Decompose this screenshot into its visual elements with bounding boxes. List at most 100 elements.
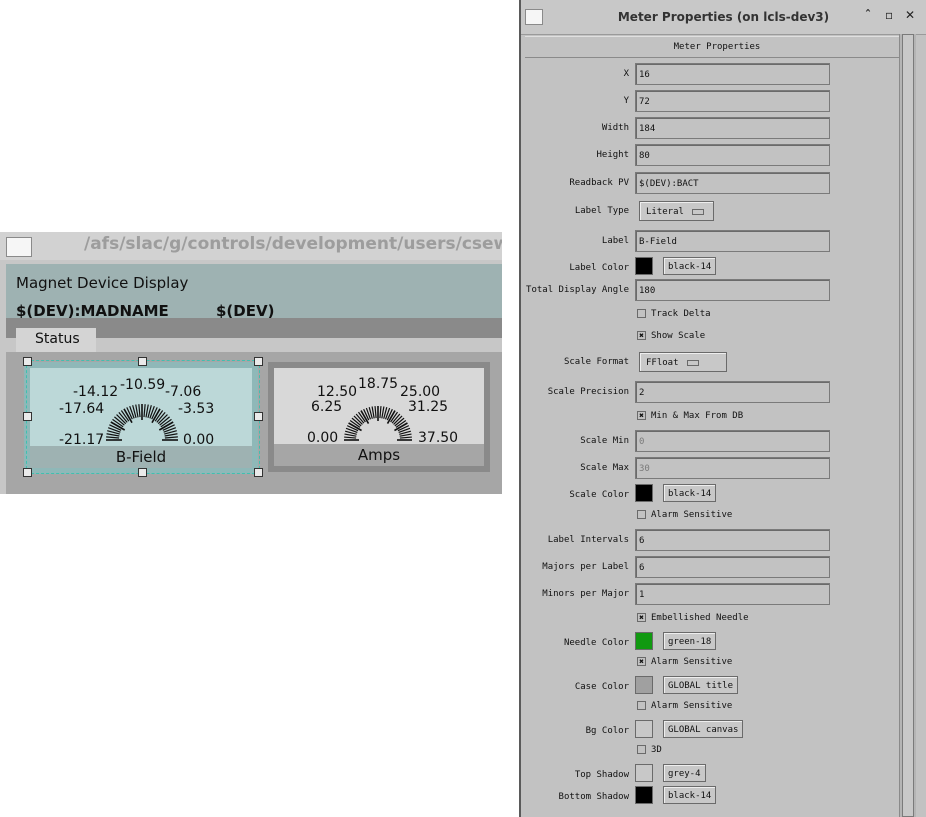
min-max-db-label: Min & Max From DB (651, 411, 744, 421)
scale-format-menu[interactable]: FFloat (639, 352, 727, 372)
x-field[interactable]: 16 (635, 63, 830, 85)
scale-max-field[interactable]: 30 (635, 457, 830, 479)
resize-handle[interactable] (23, 468, 32, 477)
label-field[interactable]: B-Field (635, 230, 830, 252)
scale-min-field[interactable]: 0 (635, 430, 830, 452)
display-title: /afs/slac/g/controls/development/users/c… (84, 234, 502, 254)
show-scale-toggle[interactable]: ✖ Show Scale (637, 331, 705, 341)
bg-color-swatch[interactable] (635, 720, 653, 738)
display-title-bar[interactable]: /afs/slac/g/controls/development/users/c… (0, 232, 502, 260)
resize-handle[interactable] (254, 468, 263, 477)
top-shadow-button[interactable]: grey-4 (663, 764, 706, 782)
label-color-button[interactable]: black-14 (663, 257, 717, 275)
resize-handle[interactable] (23, 357, 32, 366)
label-intervals-field[interactable]: 6 (635, 529, 830, 551)
scale-color-swatch[interactable] (635, 484, 653, 502)
meter-amps-label: Amps (274, 444, 484, 466)
scale-alarm-label: Alarm Sensitive (651, 510, 733, 520)
resize-handle[interactable] (138, 357, 147, 366)
majors-per-label-label: Majors per Label (542, 562, 629, 572)
scale-color-button[interactable]: black-14 (663, 484, 717, 502)
resize-handle[interactable] (254, 412, 263, 421)
meter-amps[interactable]: 0.00 6.25 12.50 18.75 25.00 31.25 37.50 … (268, 362, 490, 472)
dial-tick (344, 436, 357, 439)
readback-pv-label: Readback PV (569, 178, 629, 188)
label-color-label: Label Color (569, 263, 629, 273)
label-type-value: Literal (646, 207, 684, 217)
scrollbar-thumb[interactable] (902, 34, 914, 817)
scale-alarm-toggle[interactable]: Alarm Sensitive (637, 510, 732, 520)
scale-color-label: Scale Color (569, 490, 629, 500)
track-delta-toggle[interactable]: Track Delta (637, 309, 711, 319)
bg-color-button[interactable]: GLOBAL canvas (663, 720, 744, 738)
dial-tick (381, 406, 385, 419)
needle-alarm-toggle[interactable]: ✖ Alarm Sensitive (637, 657, 732, 667)
minors-per-major-field[interactable]: 1 (635, 583, 830, 605)
minimize-icon[interactable]: ˆ (865, 8, 871, 22)
section-header: Meter Properties (525, 36, 909, 58)
checkbox-checked-icon: ✖ (637, 331, 646, 340)
case-color-button[interactable]: GLOBAL title (663, 676, 739, 694)
embellished-needle-toggle[interactable]: ✖ Embellished Needle (637, 613, 749, 623)
needle-color-swatch[interactable] (635, 632, 653, 650)
height-label: Height (596, 150, 629, 160)
header-title: Magnet Device Display (16, 274, 189, 292)
case-color-swatch[interactable] (635, 676, 653, 694)
maximize-icon[interactable]: ▫ (885, 8, 893, 22)
y-field[interactable]: 72 (635, 90, 830, 112)
scale-min-label: Scale Min (580, 436, 629, 446)
resize-handle[interactable] (138, 468, 147, 477)
needle-color-label: Needle Color (563, 638, 629, 648)
properties-title-bar[interactable]: Meter Properties (on lcls-dev3) ˆ ▫ ✕ (521, 0, 926, 35)
needle-color-button[interactable]: green-18 (663, 632, 717, 650)
option-menu-indicator-icon (691, 208, 704, 215)
vertical-scrollbar[interactable] (899, 34, 916, 817)
total-angle-field[interactable]: 180 (635, 279, 830, 301)
label-label: Label (601, 236, 629, 246)
checkbox-checked-icon: ✖ (637, 657, 646, 666)
label-type-menu[interactable]: Literal (639, 201, 714, 221)
checkbox-icon (637, 510, 646, 519)
scale-precision-field[interactable]: 2 (635, 381, 830, 403)
top-shadow-swatch[interactable] (635, 764, 653, 782)
tab-status[interactable]: Status (16, 328, 96, 352)
tab-status-label: Status (35, 331, 80, 347)
amps-scale-label: 12.50 (317, 384, 358, 400)
dial-tick (399, 433, 412, 437)
dial-tick (344, 433, 357, 437)
amps-scale-label: 18.75 (358, 376, 399, 392)
x-label: X (623, 69, 629, 79)
readback-pv-field[interactable]: $(DEV):BACT (635, 172, 830, 194)
checkbox-checked-icon: ✖ (637, 613, 646, 622)
checkbox-icon (637, 701, 646, 710)
bottom-shadow-swatch[interactable] (635, 786, 653, 804)
window-menu-button[interactable] (6, 237, 32, 257)
scale-format-value: FFloat (646, 358, 679, 368)
track-delta-label: Track Delta (651, 309, 711, 319)
checkbox-icon (637, 745, 646, 754)
case-color-label: Case Color (574, 682, 629, 692)
embellished-needle-label: Embellished Needle (651, 613, 749, 623)
label-color-swatch[interactable] (635, 257, 653, 275)
height-field[interactable]: 80 (635, 144, 830, 166)
scale-max-label: Scale Max (580, 463, 629, 473)
majors-per-label-field[interactable]: 6 (635, 556, 830, 578)
option-menu-indicator-icon (686, 359, 699, 366)
checkbox-checked-icon: ✖ (637, 411, 646, 420)
scale-precision-label: Scale Precision (547, 387, 629, 397)
case-alarm-toggle[interactable]: Alarm Sensitive (637, 701, 732, 711)
three-d-label: 3D (651, 745, 662, 755)
three-d-toggle[interactable]: 3D (637, 745, 662, 755)
min-max-db-toggle[interactable]: ✖ Min & Max From DB (637, 411, 743, 421)
resize-handle[interactable] (254, 357, 263, 366)
dial-tick (399, 436, 412, 439)
width-field[interactable]: 184 (635, 117, 830, 139)
resize-handle[interactable] (23, 412, 32, 421)
bottom-shadow-button[interactable]: black-14 (663, 786, 717, 804)
selection-outline (26, 360, 260, 474)
case-alarm-label: Alarm Sensitive (651, 701, 733, 711)
needle-alarm-label: Alarm Sensitive (651, 657, 733, 667)
width-label: Width (601, 123, 629, 133)
close-icon[interactable]: ✕ (905, 8, 915, 22)
bg-color-label: Bg Color (585, 726, 629, 736)
